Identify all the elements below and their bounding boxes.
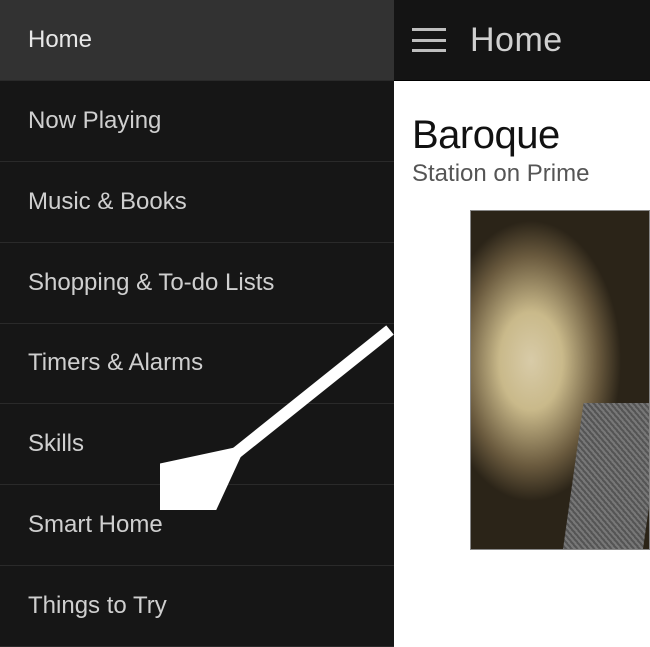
page-title: Home bbox=[470, 21, 563, 60]
app-root: Home Now Playing Music & Books Shopping … bbox=[0, 0, 650, 647]
nav-drawer: Home Now Playing Music & Books Shopping … bbox=[0, 0, 394, 647]
album-art[interactable] bbox=[470, 210, 650, 550]
nav-item-smart-home[interactable]: Smart Home bbox=[0, 485, 394, 566]
nav-item-timers-alarms[interactable]: Timers & Alarms bbox=[0, 324, 394, 405]
nav-item-music-books[interactable]: Music & Books bbox=[0, 162, 394, 243]
nav-item-label: Now Playing bbox=[28, 107, 161, 135]
nav-item-skills[interactable]: Skills bbox=[0, 404, 394, 485]
card-title: Baroque bbox=[412, 113, 650, 158]
card-subtitle: Station on Prime bbox=[412, 160, 650, 188]
nav-item-label: Music & Books bbox=[28, 188, 187, 216]
nav-item-label: Home bbox=[28, 26, 92, 54]
nav-item-label: Skills bbox=[28, 430, 84, 458]
nav-item-things-to-try[interactable]: Things to Try bbox=[0, 566, 394, 647]
nav-item-now-playing[interactable]: Now Playing bbox=[0, 81, 394, 162]
nav-item-shopping-todo[interactable]: Shopping & To-do Lists bbox=[0, 243, 394, 324]
nav-item-home[interactable]: Home bbox=[0, 0, 394, 81]
nav-item-label: Things to Try bbox=[28, 592, 167, 620]
main-header: Home bbox=[394, 0, 650, 81]
nav-item-label: Smart Home bbox=[28, 511, 163, 539]
nav-item-label: Shopping & To-do Lists bbox=[28, 269, 274, 297]
nav-item-label: Timers & Alarms bbox=[28, 349, 203, 377]
content-area: Baroque Station on Prime bbox=[394, 81, 650, 550]
main-panel: Home Baroque Station on Prime bbox=[394, 0, 650, 647]
hamburger-icon[interactable] bbox=[412, 28, 446, 52]
